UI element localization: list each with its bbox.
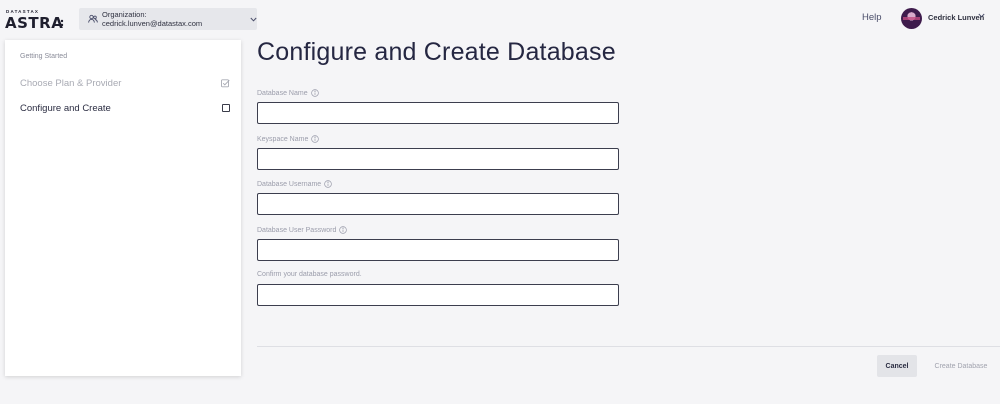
chevron-down-icon	[250, 17, 257, 22]
page-title: Configure and Create Database	[257, 38, 616, 66]
field-label-text: Database Username	[257, 180, 322, 188]
sidebar-section-title: Getting Started	[20, 53, 68, 60]
logo-dots-icon	[60, 19, 64, 27]
sidebar-step-label: Configure and Create	[20, 102, 111, 114]
field-label-text: Confirm your database password.	[257, 271, 362, 278]
database-username-field[interactable]	[257, 193, 619, 215]
logo-brand-big: ASTRA	[5, 14, 64, 32]
help-link[interactable]: Help	[862, 12, 882, 23]
keyspace-name-field[interactable]	[257, 148, 619, 170]
field-label-text: Database Name	[257, 89, 308, 97]
info-icon[interactable]	[324, 180, 332, 188]
confirm-password-label: Confirm your database password.	[257, 271, 362, 278]
database-username-label: Database Username	[257, 180, 332, 188]
database-name-label: Database Name	[257, 89, 319, 97]
user-name[interactable]: Cedrick Lunven	[928, 13, 984, 22]
cancel-button[interactable]: Cancel	[877, 355, 917, 377]
database-password-label: Database User Password	[257, 226, 348, 234]
organization-selector[interactable]: Organization: cedrick.lunven@datastax.co…	[79, 8, 257, 30]
sidebar-step-configure-create[interactable]: Configure and Create	[20, 101, 230, 115]
astra-logo[interactable]: DATASTAX ASTRA	[5, 9, 65, 32]
empty-checkbox-icon	[222, 104, 230, 112]
checked-box-icon	[221, 78, 230, 88]
keyspace-name-label: Keyspace Name	[257, 135, 320, 143]
confirm-password-field[interactable]	[257, 284, 619, 306]
avatar[interactable]	[901, 8, 922, 29]
organization-label: Organization: cedrick.lunven@datastax.co…	[102, 10, 203, 28]
steps-sidebar: Getting Started Choose Plan & Provider C…	[5, 40, 241, 376]
info-icon[interactable]	[310, 89, 319, 97]
create-database-button[interactable]: Create Database	[930, 355, 992, 377]
field-label-text: Database User Password	[257, 226, 337, 234]
user-menu-chevron-down-icon[interactable]	[978, 13, 985, 18]
database-password-field[interactable]	[257, 239, 619, 261]
users-icon	[88, 14, 98, 24]
field-label-text: Keyspace Name	[257, 135, 309, 143]
sidebar-step-label: Choose Plan & Provider	[20, 77, 122, 89]
database-name-field[interactable]	[257, 102, 619, 124]
info-icon[interactable]	[311, 135, 320, 143]
footer-divider	[257, 346, 1000, 347]
sidebar-step-choose-plan[interactable]: Choose Plan & Provider	[20, 76, 230, 90]
info-icon[interactable]	[339, 226, 348, 234]
